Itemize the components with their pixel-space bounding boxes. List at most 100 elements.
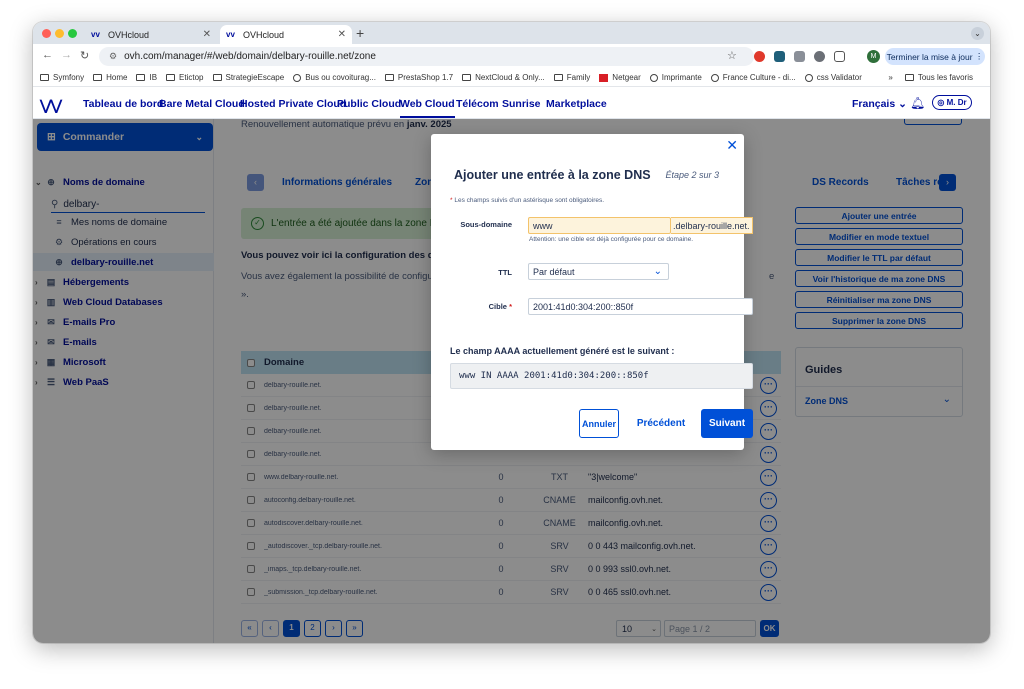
minimize-window-button[interactable]: [55, 29, 64, 38]
bookmark-label: StrategieEscape: [225, 73, 285, 82]
bookmark-label: Netgear: [612, 73, 641, 82]
modal-title: Ajouter une entrée à la zone DNS: [454, 168, 651, 182]
extensions-puzzle-icon[interactable]: [834, 51, 845, 62]
domain-suffix: .delbary-rouille.net.: [671, 217, 753, 234]
user-icon: ◎: [937, 98, 945, 107]
browser-window: vv OVHcloud ✕ vv OVHcloud ✕ + ⌄ ← → ↻ ⚙ …: [33, 22, 990, 643]
site-settings-icon[interactable]: ⚙: [109, 51, 117, 62]
folder-icon: [166, 74, 176, 81]
bookmark-label: France Culture - di...: [722, 73, 796, 82]
folder-icon: [553, 74, 563, 81]
folder-icon: [40, 74, 49, 81]
nav-telecom[interactable]: Télécom: [456, 98, 499, 110]
close-icon[interactable]: ✕: [338, 29, 346, 40]
extension-adblock-icon[interactable]: [754, 51, 765, 62]
language-label: Français: [852, 98, 896, 110]
nav-public-cloud[interactable]: Public Cloud: [337, 98, 401, 110]
ovh-logo-icon[interactable]: ⋁⋁: [40, 97, 62, 114]
nav-bare-metal-cloud[interactable]: Bare Metal Cloud: [159, 98, 245, 110]
new-tab-icon[interactable]: +: [356, 25, 364, 41]
add-dns-entry-modal: ✕ Ajouter une entrée à la zone DNS Étape…: [431, 134, 753, 450]
user-menu[interactable]: ◎ M. Dr: [932, 95, 972, 110]
bookmark-star-icon[interactable]: ☆: [727, 49, 737, 62]
chevron-down-icon: ⌄: [653, 266, 662, 277]
tab-title: OVHcloud: [108, 29, 150, 40]
browser-tab-1[interactable]: vv OVHcloud ✕: [85, 25, 217, 44]
previous-button[interactable]: Précédent: [633, 409, 689, 438]
close-icon[interactable]: ✕: [726, 137, 738, 154]
bookmark-item[interactable]: IB: [136, 73, 157, 82]
tab-strip: vv OVHcloud ✕ vv OVHcloud ✕ + ⌄: [33, 22, 990, 44]
bookmark-item[interactable]: Home: [93, 73, 127, 82]
ttl-value: Par défaut: [533, 266, 575, 277]
reload-icon[interactable]: ↻: [80, 49, 89, 62]
ovh-favicon-icon: vv: [226, 29, 235, 39]
nav-web-cloud[interactable]: Web Cloud: [400, 98, 455, 118]
netgear-icon: [599, 73, 609, 82]
folder-icon: [384, 74, 394, 81]
bookmark-item[interactable]: Imprimante: [649, 73, 702, 82]
maximize-window-button[interactable]: [68, 29, 77, 38]
ovh-favicon-icon: vv: [91, 29, 100, 39]
chevron-down-icon[interactable]: ⌄: [971, 27, 984, 40]
nav-hosted-private-cloud[interactable]: Hosted Private Cloud: [240, 98, 346, 110]
folder-icon: [212, 74, 222, 81]
nav-tableau-de-bord[interactable]: Tableau de bord: [83, 98, 163, 110]
extension-icon[interactable]: [774, 51, 785, 62]
folder-icon: [904, 74, 914, 81]
bookmarks-bar: Symfony Home IB Etictop StrategieEscape …: [33, 69, 990, 87]
bookmarks-overflow[interactable]: »: [888, 73, 892, 82]
bookmark-item[interactable]: Symfony: [40, 73, 84, 82]
ovh-top-nav: ⋁⋁ Tableau de bord Bare Metal Cloud Host…: [33, 88, 990, 119]
bookmark-item[interactable]: css Validator: [804, 73, 862, 82]
bell-icon[interactable]: 🔔︎: [910, 96, 925, 110]
bookmark-item[interactable]: Netgear: [599, 73, 641, 82]
subdomain-label: Sous-domaine: [460, 220, 512, 229]
bookmark-item[interactable]: StrategieEscape: [212, 73, 285, 82]
bookmark-item[interactable]: Etictop: [166, 73, 204, 82]
bookmarks-right: » Tous les favoris: [888, 73, 982, 82]
globe-icon: [710, 73, 719, 82]
back-icon[interactable]: ←: [42, 49, 53, 61]
subdomain-warning: Attention: une cible est déjà configurée…: [529, 236, 694, 243]
generated-record: www IN AAAA 2001:41d0:304:200::850f: [450, 363, 753, 389]
required-note: * Les champs suivis d'un astérisque sont…: [450, 197, 605, 204]
bookmark-label: Imprimante: [661, 73, 702, 82]
all-bookmarks[interactable]: Tous les favoris: [904, 73, 973, 82]
update-button[interactable]: Terminer la mise à jour ⋮: [885, 48, 985, 65]
close-window-button[interactable]: [42, 29, 51, 38]
bookmark-label: PrestaShop 1.7: [397, 73, 454, 82]
nav-sunrise[interactable]: Sunrise: [502, 98, 541, 110]
subdomain-input[interactable]: www: [528, 217, 671, 234]
target-label: Cible *: [488, 302, 512, 311]
bookmark-item[interactable]: France Culture - di...: [710, 73, 796, 82]
close-icon[interactable]: ✕: [203, 29, 211, 40]
user-label: M. Dr: [946, 98, 967, 107]
nav-marketplace[interactable]: Marketplace: [546, 98, 607, 110]
bookmark-item[interactable]: NextCloud & Only...: [462, 73, 545, 82]
browser-toolbar: ← → ↻ ⚙ ovh.com/manager/#/web/domain/del…: [33, 44, 990, 69]
subdomain-value: www: [533, 220, 553, 231]
target-value: 2001:41d0:304:200::850f: [533, 301, 634, 312]
bookmark-label: Bus ou covoiturag...: [305, 73, 376, 82]
extension-icon[interactable]: [814, 51, 825, 62]
profile-avatar[interactable]: M: [867, 50, 880, 63]
language-selector[interactable]: Français ⌄: [852, 98, 907, 110]
folder-icon: [136, 74, 146, 81]
bookmark-label: IB: [149, 73, 158, 82]
target-input[interactable]: 2001:41d0:304:200::850f: [528, 298, 753, 315]
bookmark-label: Family: [566, 73, 591, 82]
cancel-button[interactable]: Annuler: [579, 409, 619, 438]
browser-tab-2[interactable]: vv OVHcloud ✕: [220, 25, 352, 44]
bookmark-item[interactable]: Family: [553, 73, 591, 82]
ttl-select[interactable]: Par défaut ⌄: [528, 263, 669, 280]
bookmark-item[interactable]: Bus ou covoiturag...: [293, 73, 376, 82]
address-bar[interactable]: ⚙ ovh.com/manager/#/web/domain/delbary-r…: [99, 47, 754, 66]
bookmark-label: NextCloud & Only...: [475, 73, 545, 82]
forward-icon[interactable]: →: [61, 49, 72, 61]
generated-record-label: Le champ AAAA actuellement généré est le…: [450, 346, 675, 356]
ttl-label: TTL: [498, 268, 512, 277]
extension-icon[interactable]: [794, 51, 805, 62]
bookmark-item[interactable]: PrestaShop 1.7: [384, 73, 454, 82]
next-button[interactable]: Suivant: [701, 409, 753, 438]
